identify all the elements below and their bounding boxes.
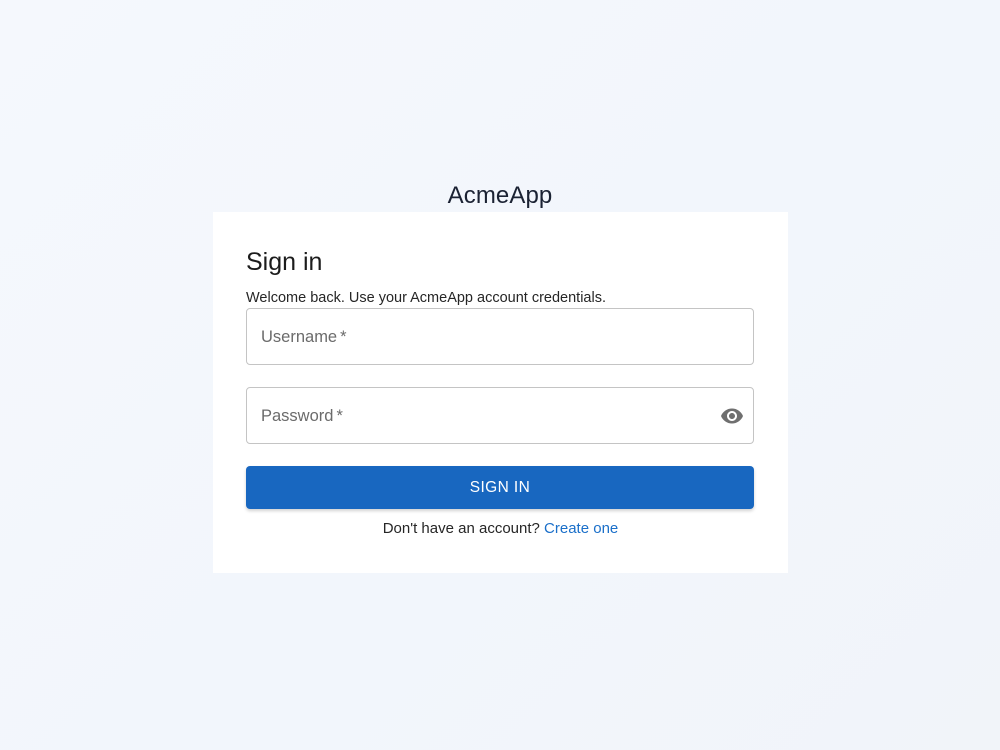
create-account-link[interactable]: Create one	[544, 520, 618, 537]
signup-prompt: Don't have an account? Create one	[213, 519, 788, 539]
signup-prompt-text: Don't have an account?	[382, 520, 540, 537]
eye-icon[interactable]	[719, 403, 745, 429]
signin-button[interactable]: SIGN IN	[246, 466, 754, 509]
signin-subtitle: Welcome back. Use your AcmeApp account c…	[246, 290, 606, 306]
signin-title: Sign in	[246, 248, 323, 276]
signin-card: Sign in Welcome back. Use your AcmeApp a…	[213, 212, 788, 573]
password-input[interactable]	[247, 388, 753, 443]
password-field[interactable]: Password *	[246, 387, 754, 444]
username-input[interactable]	[247, 309, 753, 364]
username-field[interactable]: Username *	[246, 308, 754, 365]
app-brand-title: AcmeApp	[447, 182, 553, 209]
